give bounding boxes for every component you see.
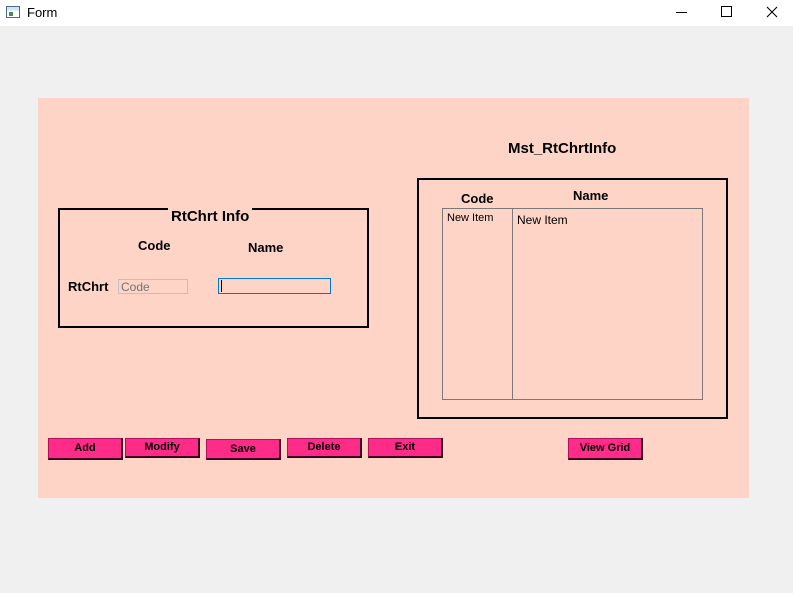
name-column-label: Name [248,240,284,255]
text-cursor [221,280,222,292]
grid-list-view[interactable] [442,208,703,400]
close-button[interactable] [749,0,793,26]
minimize-icon [676,12,687,13]
delete-button[interactable]: Delete [287,438,362,458]
window-titlebar[interactable]: Form [0,0,793,26]
view-grid-button[interactable]: View Grid [568,438,643,460]
close-icon [766,6,778,18]
maximize-button[interactable] [704,0,749,26]
grid-column-divider [512,209,513,399]
modify-button[interactable]: Modify [125,438,200,458]
code-column-label: Code [138,238,171,253]
grid-cell-code[interactable]: New Item [447,212,493,224]
app-form-icon [6,6,20,18]
maximize-icon [721,6,732,17]
grid-header-name: Name [573,188,609,203]
grid-header-code: Code [461,191,494,206]
exit-button[interactable]: Exit [368,438,443,458]
grid-title: Mst_RtChrtInfo [508,140,617,157]
code-input[interactable] [118,279,188,294]
save-button[interactable]: Save [206,439,281,460]
rtchrt-row-label: RtChrt [68,279,109,294]
window-title: Form [27,5,58,20]
rtchrt-info-groupbox [58,208,369,328]
add-button[interactable]: Add [48,438,123,460]
rtchrt-info-title: RtChrt Info [168,208,253,226]
minimize-button[interactable] [659,0,704,26]
grid-cell-name[interactable]: New Item [517,213,568,227]
name-input[interactable] [218,278,331,294]
